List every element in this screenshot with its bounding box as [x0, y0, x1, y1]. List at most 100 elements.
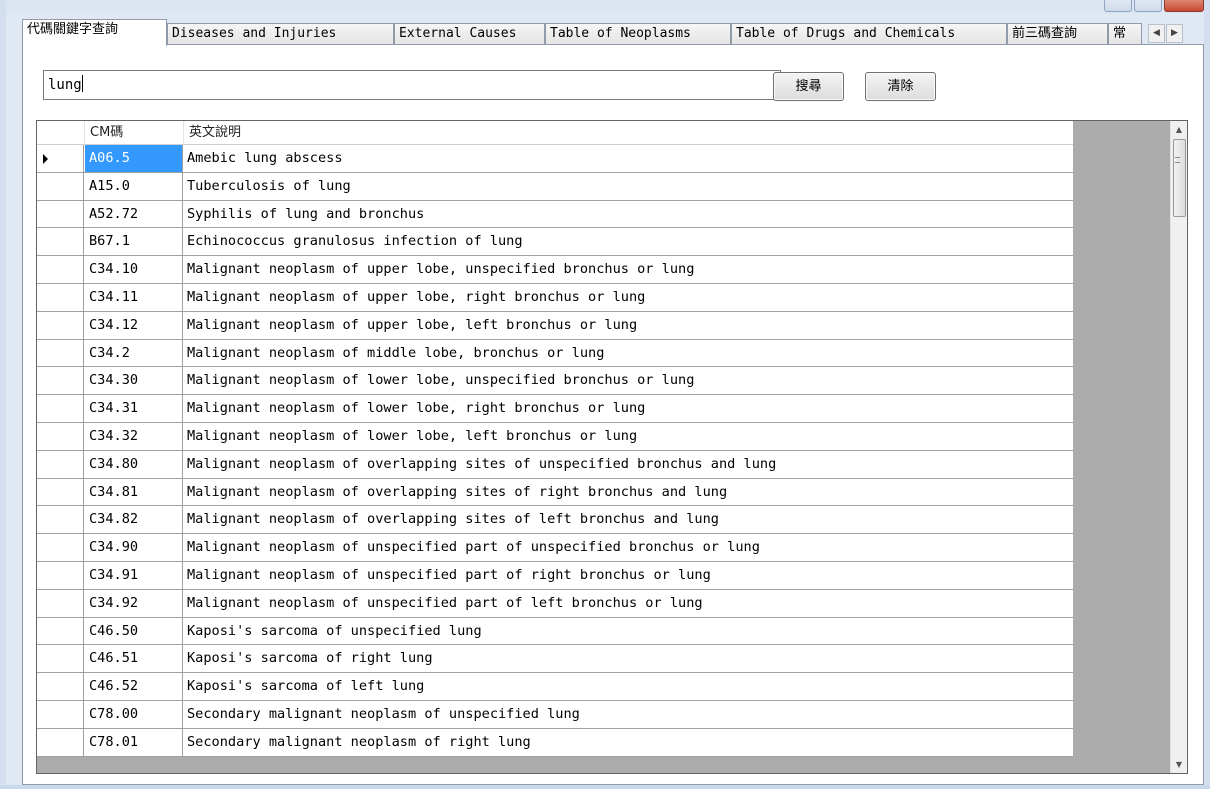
description-cell[interactable]: Malignant neoplasm of lower lobe, right …	[184, 395, 1073, 422]
cm-code-cell[interactable]: C34.91	[85, 561, 183, 589]
row-selector[interactable]	[37, 283, 84, 311]
description-cell[interactable]: Malignant neoplasm of lower lobe, left b…	[184, 423, 1073, 450]
description-cell[interactable]: Malignant neoplasm of overlapping sites …	[184, 451, 1073, 478]
description-cell[interactable]: Syphilis of lung and bronchus	[184, 201, 1073, 228]
table-row[interactable]: C34.32 Malignant neoplasm of lower lobe, …	[37, 422, 1073, 451]
description-cell[interactable]: Secondary malignant neoplasm of right lu…	[184, 729, 1073, 756]
tab-table-of-neoplasms[interactable]: Table of Neoplasms	[545, 23, 731, 45]
table-row[interactable]: C34.80 Malignant neoplasm of overlapping …	[37, 450, 1073, 479]
cm-code-cell[interactable]: C34.90	[85, 534, 183, 561]
cm-code-cell[interactable]: B67.1	[85, 228, 183, 256]
row-selector[interactable]	[37, 534, 84, 561]
search-button[interactable]: 搜尋	[773, 72, 844, 101]
row-selector[interactable]	[37, 145, 84, 172]
maximize-button[interactable]	[1134, 0, 1162, 12]
cm-code-cell[interactable]: C34.80	[85, 450, 183, 478]
description-cell[interactable]: Malignant neoplasm of upper lobe, unspec…	[184, 256, 1073, 283]
tab-first-three-code-search[interactable]: 前三碼查詢	[1007, 23, 1108, 45]
table-row[interactable]: C46.51 Kaposi's sarcoma of right lung	[37, 645, 1073, 674]
table-row[interactable]: C34.31 Malignant neoplasm of lower lobe, …	[37, 395, 1073, 423]
row-selector[interactable]	[37, 506, 84, 534]
table-row[interactable]: C46.52 Kaposi's sarcoma of left lung	[37, 673, 1073, 701]
cm-code-cell[interactable]: C46.51	[85, 645, 183, 673]
description-cell[interactable]: Kaposi's sarcoma of right lung	[184, 645, 1073, 672]
column-header-english-description[interactable]: 英文說明	[184, 121, 1073, 144]
scroll-up-icon[interactable]: ▲	[1171, 121, 1187, 138]
description-cell[interactable]: Secondary malignant neoplasm of unspecif…	[184, 701, 1073, 728]
clear-button[interactable]: 清除	[865, 72, 936, 101]
cm-code-cell[interactable]: C34.2	[85, 339, 183, 367]
tab-code-keyword-search[interactable]: 代碼關鍵字查詢	[22, 19, 167, 46]
description-cell[interactable]: Malignant neoplasm of unspecified part o…	[184, 562, 1073, 589]
row-selector[interactable]	[37, 395, 84, 422]
table-row[interactable]: C78.01 Secondary malignant neoplasm of ri…	[37, 728, 1073, 757]
table-row[interactable]: A15.0 Tuberculosis of lung	[37, 172, 1073, 201]
description-cell[interactable]: Malignant neoplasm of middle lobe, bronc…	[184, 340, 1073, 367]
row-selector[interactable]	[37, 645, 84, 673]
tab-scroll-right-button[interactable]: ▶	[1166, 24, 1183, 43]
description-cell[interactable]: Malignant neoplasm of unspecified part o…	[184, 590, 1073, 617]
table-row[interactable]: C78.00 Secondary malignant neoplasm of un…	[37, 700, 1073, 729]
description-cell[interactable]: Malignant neoplasm of overlapping sites …	[184, 479, 1073, 506]
description-cell[interactable]: Echinococcus granulosus infection of lun…	[184, 228, 1073, 255]
tab-diseases-and-injuries[interactable]: Diseases and Injuries	[167, 23, 394, 45]
row-selector[interactable]	[37, 478, 84, 506]
tab-common[interactable]: 常	[1108, 23, 1142, 45]
cm-code-cell[interactable]: C34.30	[85, 367, 183, 395]
table-row[interactable]: C34.90 Malignant neoplasm of unspecified …	[37, 534, 1073, 562]
cm-code-cell[interactable]: C78.00	[85, 700, 183, 728]
table-row[interactable]: C46.50 Kaposi's sarcoma of unspecified lu…	[37, 617, 1073, 646]
description-cell[interactable]: Kaposi's sarcoma of left lung	[184, 673, 1073, 700]
row-selector[interactable]	[37, 673, 84, 700]
cm-code-cell[interactable]: C34.81	[85, 478, 183, 506]
search-input[interactable]: lung	[43, 70, 781, 100]
column-header-cm-code[interactable]: CM碼	[85, 121, 184, 144]
table-row[interactable]: C34.81 Malignant neoplasm of overlapping …	[37, 478, 1073, 507]
description-cell[interactable]: Malignant neoplasm of upper lobe, left b…	[184, 312, 1073, 339]
table-row[interactable]: C34.2 Malignant neoplasm of middle lobe, …	[37, 339, 1073, 368]
row-selector[interactable]	[37, 367, 84, 395]
table-row[interactable]: A52.72 Syphilis of lung and bronchus	[37, 200, 1073, 229]
cm-code-cell[interactable]: C34.32	[85, 422, 183, 450]
description-cell[interactable]: Tuberculosis of lung	[184, 173, 1073, 200]
tab-external-causes[interactable]: External Causes	[394, 23, 545, 45]
description-cell[interactable]: Amebic lung abscess	[184, 145, 1073, 172]
cm-code-cell[interactable]: C34.11	[85, 283, 183, 311]
table-row[interactable]: C34.92 Malignant neoplasm of unspecified …	[37, 589, 1073, 618]
description-cell[interactable]: Malignant neoplasm of upper lobe, right …	[184, 284, 1073, 311]
table-row[interactable]: C34.30 Malignant neoplasm of lower lobe, …	[37, 367, 1073, 396]
table-row[interactable]: C34.82 Malignant neoplasm of overlapping …	[37, 506, 1073, 535]
row-selector[interactable]	[37, 700, 84, 728]
row-selector[interactable]	[37, 256, 84, 283]
cm-code-cell[interactable]: A06.5	[85, 145, 183, 172]
cm-code-cell[interactable]: A15.0	[85, 172, 183, 200]
row-selector[interactable]	[37, 228, 84, 256]
vertical-scrollbar[interactable]: ▲ ▼	[1170, 121, 1187, 773]
description-cell[interactable]: Malignant neoplasm of unspecified part o…	[184, 534, 1073, 561]
description-cell[interactable]: Kaposi's sarcoma of unspecified lung	[184, 618, 1073, 645]
row-selector[interactable]	[37, 339, 84, 367]
tab-table-of-drugs-and-chemicals[interactable]: Table of Drugs and Chemicals	[731, 23, 1007, 45]
description-cell[interactable]: Malignant neoplasm of lower lobe, unspec…	[184, 367, 1073, 394]
table-row[interactable]: C34.91 Malignant neoplasm of unspecified …	[37, 561, 1073, 590]
cm-code-cell[interactable]: C78.01	[85, 728, 183, 756]
cm-code-cell[interactable]: C34.31	[85, 395, 183, 422]
scroll-thumb[interactable]	[1173, 139, 1186, 217]
table-row[interactable]: C34.10 Malignant neoplasm of upper lobe, …	[37, 256, 1073, 284]
row-selector[interactable]	[37, 589, 84, 617]
table-row[interactable]: C34.11 Malignant neoplasm of upper lobe, …	[37, 283, 1073, 312]
row-selector[interactable]	[37, 172, 84, 200]
cm-code-cell[interactable]: C34.12	[85, 311, 183, 339]
tab-scroll-left-button[interactable]: ◀	[1148, 24, 1165, 43]
cm-code-cell[interactable]: C34.10	[85, 256, 183, 283]
cm-code-cell[interactable]: C34.92	[85, 589, 183, 617]
row-selector[interactable]	[37, 422, 84, 450]
table-row[interactable]: A06.5 Amebic lung abscess	[37, 145, 1073, 173]
cm-code-cell[interactable]: C46.52	[85, 673, 183, 700]
row-selector[interactable]	[37, 617, 84, 645]
table-row[interactable]: B67.1 Echinococcus granulosus infection o…	[37, 228, 1073, 257]
row-selector[interactable]	[37, 200, 84, 228]
description-cell[interactable]: Malignant neoplasm of overlapping sites …	[184, 506, 1073, 533]
row-selector[interactable]	[37, 728, 84, 756]
minimize-button[interactable]	[1104, 0, 1132, 12]
